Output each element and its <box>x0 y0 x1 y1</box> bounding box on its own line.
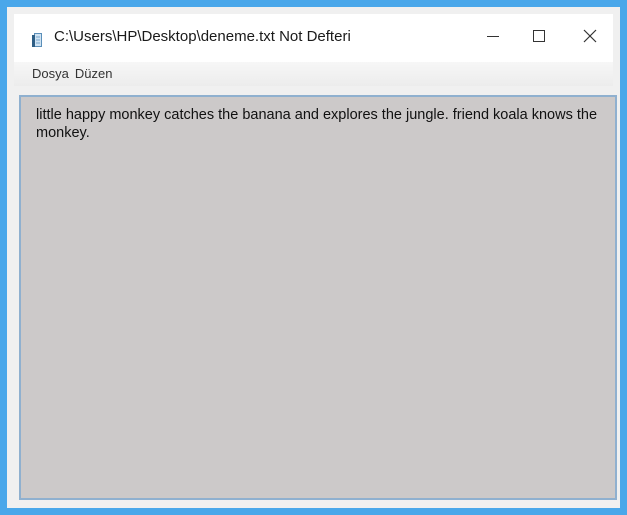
editor-content[interactable]: little happy monkey catches the banana a… <box>21 97 615 498</box>
notepad-icon <box>32 32 44 48</box>
close-icon <box>583 29 597 48</box>
text-editor[interactable]: little happy monkey catches the banana a… <box>19 95 617 500</box>
minimize-button[interactable] <box>470 14 516 62</box>
menu-duzen[interactable]: Düzen <box>72 65 116 83</box>
title-bar[interactable]: C:\Users\HP\Desktop\deneme.txt Not Defte… <box>14 14 613 62</box>
maximize-icon <box>533 29 545 47</box>
maximize-button[interactable] <box>516 14 562 62</box>
minimize-icon <box>487 29 499 47</box>
window-title: C:\Users\HP\Desktop\deneme.txt Not Defte… <box>54 28 351 45</box>
close-button[interactable] <box>567 14 613 62</box>
menu-bar: Dosya Düzen <box>14 62 613 86</box>
menu-dosya[interactable]: Dosya <box>29 65 72 83</box>
